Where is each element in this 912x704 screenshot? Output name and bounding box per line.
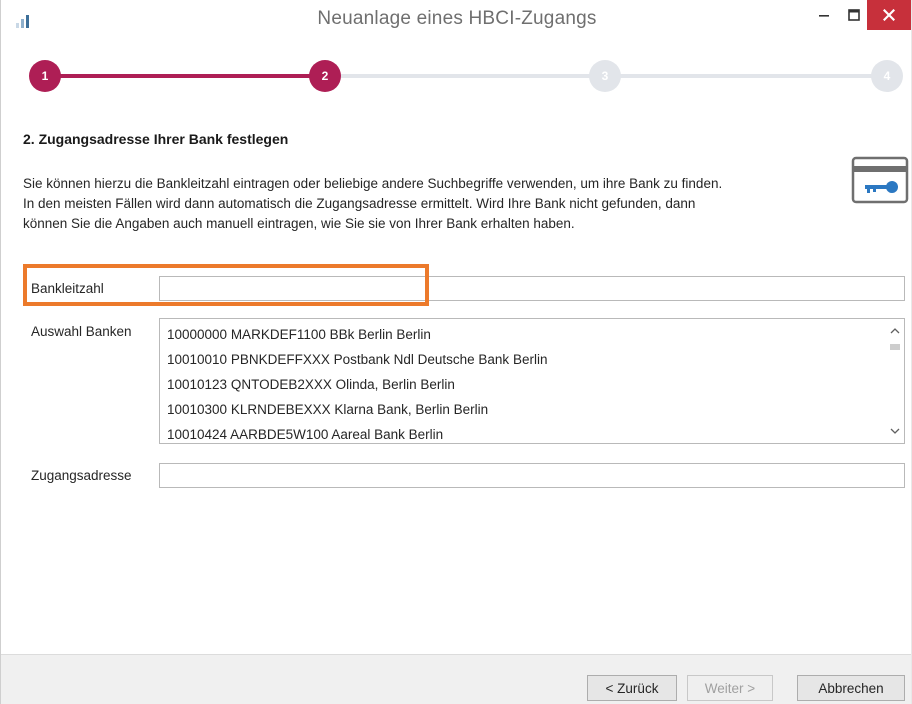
step-line-2-3 xyxy=(337,74,605,78)
bank-card-key-icon xyxy=(851,156,909,204)
minimize-button[interactable] xyxy=(811,0,837,30)
step-4: 4 xyxy=(871,60,903,92)
description-line: Sie können hierzu die Bankleitzahl eintr… xyxy=(23,176,723,191)
back-button[interactable]: < Zurück xyxy=(587,675,677,701)
description-text: Sie können hierzu die Bankleitzahl eintr… xyxy=(23,174,823,234)
wizard-stepper: 1 2 3 4 xyxy=(1,56,912,96)
step-1: 1 xyxy=(29,60,61,92)
banks-listbox[interactable]: 10000000 MARKDEF1100 BBk Berlin Berlin 1… xyxy=(159,318,905,444)
step-line-1-2 xyxy=(43,74,329,78)
bankleitzahl-input[interactable] xyxy=(159,276,905,301)
minimize-icon xyxy=(819,15,829,17)
list-item[interactable]: 10010123 QNTODEB2XXX Olinda, Berlin Berl… xyxy=(167,377,455,392)
listbox-scrollbar[interactable] xyxy=(886,319,904,443)
dialog-window: Neuanlage eines HBCI-Zugangs 1 2 3 4 2. … xyxy=(0,0,912,704)
window-title: Neuanlage eines HBCI-Zugangs xyxy=(317,8,597,29)
description-line: In den meisten Fällen wird dann automati… xyxy=(23,196,696,211)
cancel-button[interactable]: Abbrechen xyxy=(797,675,905,701)
scroll-thumb[interactable] xyxy=(890,344,900,350)
scroll-up-button[interactable] xyxy=(886,322,904,340)
bankleitzahl-label: Bankleitzahl xyxy=(31,281,104,296)
next-button[interactable]: Weiter > xyxy=(687,675,773,701)
page-heading: 2. Zugangsadresse Ihrer Bank festlegen xyxy=(23,131,289,147)
title-bar: Neuanlage eines HBCI-Zugangs xyxy=(1,0,912,40)
maximize-button[interactable] xyxy=(841,0,867,30)
step-3-label: 3 xyxy=(601,69,609,83)
step-2: 2 xyxy=(309,60,341,92)
description-line: können Sie die Angaben auch manuell eint… xyxy=(23,216,575,231)
list-item[interactable]: 10000000 MARKDEF1100 BBk Berlin Berlin xyxy=(167,327,431,342)
zugangsadresse-input[interactable] xyxy=(159,463,905,488)
close-icon xyxy=(883,9,895,21)
step-3: 3 xyxy=(589,60,621,92)
close-button[interactable] xyxy=(867,0,911,30)
scroll-down-button[interactable] xyxy=(886,422,904,440)
list-item[interactable]: 10010424 AARBDE5W100 Aareal Bank Berlin xyxy=(167,427,443,442)
list-item[interactable]: 10010010 PBNKDEFFXXX Postbank Ndl Deutsc… xyxy=(167,352,547,367)
button-bar: < Zurück Weiter > Abbrechen xyxy=(1,654,912,704)
step-1-label: 1 xyxy=(41,69,49,83)
zugangsadresse-label: Zugangsadresse xyxy=(31,468,132,483)
auswahl-banken-label: Auswahl Banken xyxy=(31,324,132,339)
list-item[interactable]: 10010300 KLRNDEBEXXX Klarna Bank, Berlin… xyxy=(167,402,488,417)
step-2-label: 2 xyxy=(321,69,329,83)
chevron-up-icon xyxy=(890,328,900,334)
chevron-down-icon xyxy=(890,428,900,434)
maximize-icon xyxy=(848,9,860,21)
step-4-label: 4 xyxy=(883,69,891,83)
step-line-3-4 xyxy=(613,74,879,78)
